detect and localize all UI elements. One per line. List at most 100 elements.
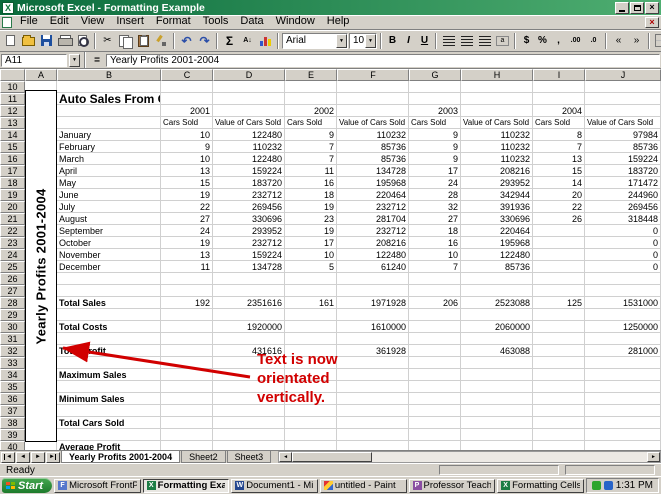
taskbar-button-2[interactable]: XFormatting Exa...: [143, 479, 230, 493]
chevron-down-icon[interactable]: ▼: [336, 34, 347, 48]
cell-G33[interactable]: [409, 357, 461, 369]
chevron-down-icon[interactable]: ▼: [365, 34, 376, 48]
cell-J31[interactable]: [585, 333, 661, 345]
tab-next-button[interactable]: ►: [31, 452, 45, 463]
cell-G32[interactable]: [409, 345, 461, 357]
cell-G27[interactable]: [409, 285, 461, 297]
tray-icon-1[interactable]: [592, 481, 601, 490]
font-name-combo[interactable]: Arial▼: [282, 33, 348, 49]
cell-H13[interactable]: Value of Cars Sold: [461, 117, 533, 129]
column-header-E[interactable]: E: [285, 69, 337, 81]
cell-G25[interactable]: 7: [409, 261, 461, 273]
autosum-button[interactable]: Σ: [221, 32, 238, 50]
bold-button[interactable]: B: [385, 33, 400, 49]
cell-H39[interactable]: [461, 429, 533, 441]
cell-I21[interactable]: 26: [533, 213, 585, 225]
cell-H19[interactable]: 342944: [461, 189, 533, 201]
cell-B26[interactable]: [57, 273, 161, 285]
cell-F20[interactable]: 232712: [337, 201, 409, 213]
cell-D30[interactable]: 1920000: [213, 321, 285, 333]
cell-C40[interactable]: [161, 441, 213, 450]
cell-A40[interactable]: [25, 441, 57, 450]
cell-I20[interactable]: 22: [533, 201, 585, 213]
cell-G23[interactable]: 16: [409, 237, 461, 249]
cell-C11[interactable]: [161, 93, 213, 105]
cell-I10[interactable]: [533, 81, 585, 93]
scroll-right-button[interactable]: ►: [647, 452, 660, 462]
cell-I39[interactable]: [533, 429, 585, 441]
cell-B15[interactable]: February: [57, 141, 161, 153]
cell-H16[interactable]: 110232: [461, 153, 533, 165]
cell-I18[interactable]: 14: [533, 177, 585, 189]
cell-G29[interactable]: [409, 309, 461, 321]
cell-D20[interactable]: 269456: [213, 201, 285, 213]
cell-C10[interactable]: [161, 81, 213, 93]
column-header-J[interactable]: J: [585, 69, 661, 81]
menu-edit[interactable]: Edit: [44, 15, 75, 29]
cell-F25[interactable]: 61240: [337, 261, 409, 273]
cell-J39[interactable]: [585, 429, 661, 441]
cell-C32[interactable]: [161, 345, 213, 357]
row-header-22[interactable]: 22: [0, 225, 25, 237]
cell-C37[interactable]: [161, 405, 213, 417]
cell-C19[interactable]: 19: [161, 189, 213, 201]
sort-ascending-button[interactable]: A↓: [239, 32, 256, 50]
percent-button[interactable]: %: [535, 33, 550, 49]
tab-last-button[interactable]: ►: [46, 452, 60, 463]
cell-E21[interactable]: 23: [285, 213, 337, 225]
cell-F24[interactable]: 122480: [337, 249, 409, 261]
cell-D40[interactable]: [213, 441, 285, 450]
edit-formula-button[interactable]: =: [90, 54, 104, 67]
cell-D16[interactable]: 122480: [213, 153, 285, 165]
column-header-G[interactable]: G: [409, 69, 461, 81]
cell-G35[interactable]: [409, 381, 461, 393]
minimize-button[interactable]: [615, 2, 629, 14]
cell-B36[interactable]: Minimum Sales: [57, 393, 161, 405]
cell-G39[interactable]: [409, 429, 461, 441]
cell-G14[interactable]: 9: [409, 129, 461, 141]
cell-I25[interactable]: [533, 261, 585, 273]
paste-button[interactable]: [135, 32, 152, 50]
cell-G22[interactable]: 18: [409, 225, 461, 237]
print-button[interactable]: [56, 32, 73, 50]
cell-J36[interactable]: [585, 393, 661, 405]
row-header-29[interactable]: 29: [0, 309, 25, 321]
start-button[interactable]: Start: [2, 478, 52, 493]
chart-wizard-button[interactable]: [257, 32, 274, 50]
cell-J15[interactable]: 85736: [585, 141, 661, 153]
cell-J29[interactable]: [585, 309, 661, 321]
cell-D18[interactable]: 183720: [213, 177, 285, 189]
row-header-35[interactable]: 35: [0, 381, 25, 393]
cell-J23[interactable]: 0: [585, 237, 661, 249]
cell-B21[interactable]: August: [57, 213, 161, 225]
save-button[interactable]: [38, 32, 55, 50]
copy-button[interactable]: [117, 32, 134, 50]
cell-F10[interactable]: [337, 81, 409, 93]
cell-J26[interactable]: [585, 273, 661, 285]
cell-J12[interactable]: [585, 105, 661, 117]
cell-C30[interactable]: [161, 321, 213, 333]
cell-J10[interactable]: [585, 81, 661, 93]
cell-C26[interactable]: [161, 273, 213, 285]
cell-I27[interactable]: [533, 285, 585, 297]
cell-C39[interactable]: [161, 429, 213, 441]
cell-B11[interactable]: Auto Sales From Canon's Car Carnival: [57, 93, 161, 105]
menu-help[interactable]: Help: [321, 15, 356, 29]
cell-E16[interactable]: 7: [285, 153, 337, 165]
menu-insert[interactable]: Insert: [110, 15, 150, 29]
cell-J24[interactable]: 0: [585, 249, 661, 261]
cell-G34[interactable]: [409, 369, 461, 381]
cell-C22[interactable]: 24: [161, 225, 213, 237]
row-header-32[interactable]: 32: [0, 345, 25, 357]
print-preview-button[interactable]: [74, 32, 91, 50]
cell-I38[interactable]: [533, 417, 585, 429]
cell-H40[interactable]: [461, 441, 533, 450]
cell-D39[interactable]: [213, 429, 285, 441]
cell-C38[interactable]: [161, 417, 213, 429]
cell-H37[interactable]: [461, 405, 533, 417]
cell-B16[interactable]: March: [57, 153, 161, 165]
cell-E14[interactable]: 9: [285, 129, 337, 141]
cell-I40[interactable]: [533, 441, 585, 450]
cell-E15[interactable]: 7: [285, 141, 337, 153]
cell-H17[interactable]: 208216: [461, 165, 533, 177]
